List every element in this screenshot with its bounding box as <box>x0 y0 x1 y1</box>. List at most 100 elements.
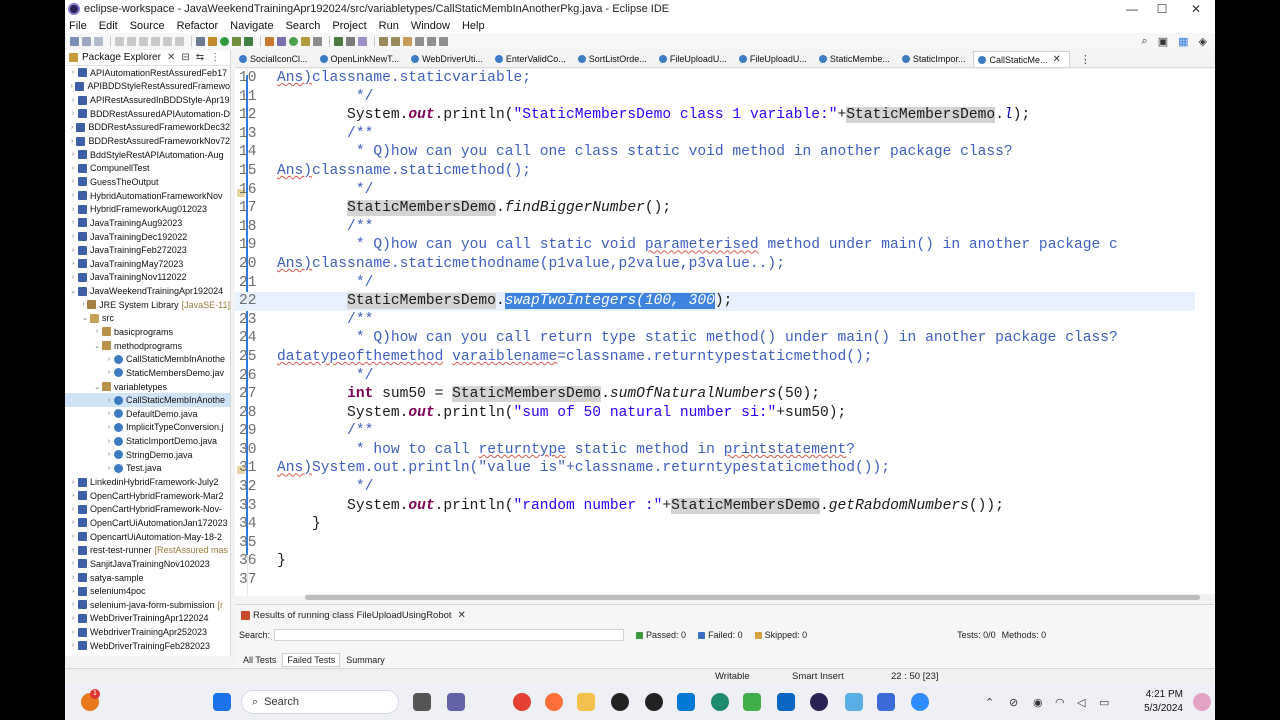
previous-annotation-icon[interactable] <box>391 36 400 46</box>
close-button[interactable]: ✕ <box>1179 0 1213 18</box>
tree-item[interactable]: › JavaTrainingMay72023 <box>65 257 230 271</box>
tree-item[interactable]: › JavaTrainingAug92023 <box>65 216 230 230</box>
code-line[interactable]: 15 Ans)classname.staticmethod(); <box>235 162 1195 181</box>
code-line[interactable]: 22 StaticMembersDemo.swapTwoIntegers(100… <box>235 292 1195 311</box>
chevron-right-icon[interactable]: › <box>69 178 77 185</box>
code-line[interactable]: 33 System.out.println("random number :"+… <box>235 497 1195 516</box>
tree-item[interactable]: › Test.java <box>65 462 230 476</box>
code-line[interactable]: 18 /** <box>235 218 1195 237</box>
tree-item[interactable]: › rest-test-runner [RestAssured mas <box>65 543 230 557</box>
tab-all-tests[interactable]: All Tests <box>239 654 280 666</box>
tree-item[interactable]: › OpencartUiAutomation-May-18-2 <box>65 530 230 544</box>
tree-item[interactable]: › ImplicitTypeConversion.j <box>65 421 230 435</box>
chevron-right-icon[interactable]: › <box>69 588 77 595</box>
close-icon[interactable]: ✕ <box>458 610 466 621</box>
tab-summary[interactable]: Summary <box>342 654 389 666</box>
menu-source[interactable]: Source <box>130 20 165 32</box>
tree-item[interactable]: › BDDRestAssuredFrameworkDec32 <box>65 121 230 135</box>
code-line[interactable]: 14 * Q)how can you call one class static… <box>235 143 1195 162</box>
chevron-right-icon[interactable]: › <box>69 547 77 554</box>
editor-tab[interactable]: SortListOrde... <box>574 51 655 67</box>
chevron-right-icon[interactable]: › <box>69 642 77 649</box>
tree-item[interactable]: › OpenCartHybridFramework-Mar2 <box>65 489 230 503</box>
code-line[interactable]: 35 <box>235 534 1195 553</box>
file-explorer-icon[interactable] <box>577 693 595 711</box>
menu-help[interactable]: Help <box>462 20 485 32</box>
system-clock[interactable]: 4:21 PM 5/3/2024 <box>1144 688 1183 716</box>
menu-search[interactable]: Search <box>286 20 321 32</box>
resume-icon[interactable] <box>127 36 136 46</box>
tree-item[interactable]: › selenium4poc <box>65 584 230 598</box>
tree-item[interactable]: › WebDriverTrainingFeb282023 <box>65 639 230 653</box>
maximize-button[interactable]: ☐ <box>1145 0 1179 18</box>
taskbar-search[interactable]: ⌕ Search <box>241 690 399 714</box>
edge-icon[interactable] <box>711 693 729 711</box>
chevron-right-icon[interactable]: › <box>105 438 113 445</box>
code-line[interactable]: 19 * Q)how can you call static void para… <box>235 236 1195 255</box>
excel-icon[interactable] <box>743 693 761 711</box>
editor-horizontal-scrollbar[interactable] <box>305 594 1215 601</box>
chevron-right-icon[interactable]: › <box>69 506 77 513</box>
tree-item[interactable]: › basicprograms <box>65 325 230 339</box>
chevron-right-icon[interactable]: › <box>69 124 75 131</box>
code-line[interactable]: 12 System.out.println("StaticMembersDemo… <box>235 106 1195 125</box>
tree-item[interactable]: › StringDemo.java <box>65 448 230 462</box>
tree-item[interactable]: › GuessTheOutput <box>65 175 230 189</box>
open-type-icon[interactable] <box>301 36 310 46</box>
chevron-right-icon[interactable]: › <box>69 165 77 172</box>
teams-icon[interactable] <box>447 693 465 711</box>
chevron-right-icon[interactable]: › <box>69 206 77 213</box>
search-icon[interactable]: ⌕ <box>1142 35 1148 48</box>
chevron-right-icon[interactable]: › <box>69 274 77 281</box>
test-results-title[interactable]: Results of running class FileUploadUsing… <box>253 610 452 621</box>
toggle-mark-occurrences-icon[interactable] <box>334 36 343 46</box>
code-line[interactable]: 17 StaticMembersDemo.findBiggerNumber(); <box>235 199 1195 218</box>
chevron-right-icon[interactable]: › <box>105 465 113 472</box>
code-line[interactable]: 23 /** <box>235 311 1195 330</box>
debug-perspective-icon[interactable]: ◈ <box>1199 35 1207 48</box>
chevron-right-icon[interactable]: › <box>69 615 77 622</box>
tree-item[interactable]: › WebdriverTrainingApr252023 <box>65 625 230 639</box>
code-line[interactable]: 24 * Q)how can you call return type stat… <box>235 329 1195 348</box>
chevron-right-icon[interactable]: › <box>69 629 77 636</box>
editor-tab[interactable]: OpenLinkNewT... <box>316 51 408 67</box>
dell-icon[interactable] <box>611 693 629 711</box>
chevron-right-icon[interactable]: › <box>69 574 77 581</box>
code-line[interactable]: 31 Ans)System.out.println("value is"+clas… <box>235 459 1195 478</box>
menu-refactor[interactable]: Refactor <box>177 20 219 32</box>
tree-item[interactable]: › BDDRestAssuredAPIAutomation-D <box>65 107 230 121</box>
tree-item[interactable]: › satya-sample <box>65 571 230 585</box>
battery-icon[interactable]: ▭ <box>1099 696 1109 709</box>
new-package-icon[interactable] <box>277 36 286 46</box>
editor-tab[interactable]: FileUploadU... <box>655 51 735 67</box>
step-over-icon[interactable] <box>175 36 184 46</box>
editor-tab[interactable]: StaticMembe... <box>815 51 898 67</box>
tree-item[interactable]: › BDDRestAssuredFrameworkNov72 <box>65 134 230 148</box>
chevron-right-icon[interactable]: › <box>69 83 74 90</box>
code-line[interactable]: 37 <box>235 571 1195 590</box>
tree-item[interactable]: › APIBDDStyleRestAssuredFramewo <box>65 80 230 94</box>
code-editor[interactable]: 10 Ans)classname.staticvariable; 11 */12 S… <box>235 69 1215 596</box>
chevron-right-icon[interactable]: › <box>69 560 77 567</box>
chevron-right-icon[interactable]: › <box>69 233 77 240</box>
tree-item[interactable]: › JavaTrainingDec192022 <box>65 230 230 244</box>
chevron-right-icon[interactable]: › <box>105 369 113 376</box>
menu-run[interactable]: Run <box>379 20 399 32</box>
tree-item[interactable]: › CallStaticMembInAnothe <box>65 352 230 366</box>
chevron-right-icon[interactable]: › <box>69 533 77 540</box>
chevron-right-icon[interactable]: › <box>105 410 113 417</box>
tree-item[interactable]: › selenium-java-form-submission [r <box>65 598 230 612</box>
chevron-right-icon[interactable]: › <box>81 301 86 308</box>
tab-failed-tests[interactable]: Failed Tests <box>282 653 341 667</box>
tree-item[interactable]: › StaticImportDemo.java <box>65 434 230 448</box>
code-line[interactable]: 30 * how to call returntype static metho… <box>235 441 1195 460</box>
code-line[interactable]: 20 Ans)classname.staticmethodname(p1value… <box>235 255 1195 274</box>
media-app-icon[interactable] <box>645 693 663 711</box>
more-tabs-icon[interactable]: ⋮ <box>1080 53 1091 66</box>
code-line[interactable]: 10 Ans)classname.staticvariable; <box>235 69 1195 88</box>
forward-icon[interactable] <box>427 36 436 46</box>
chevron-right-icon[interactable]: › <box>69 601 77 608</box>
chevron-right-icon[interactable]: › <box>105 356 113 363</box>
package-explorer-title[interactable]: Package Explorer <box>82 52 161 63</box>
code-line[interactable]: 13 /** <box>235 125 1195 144</box>
